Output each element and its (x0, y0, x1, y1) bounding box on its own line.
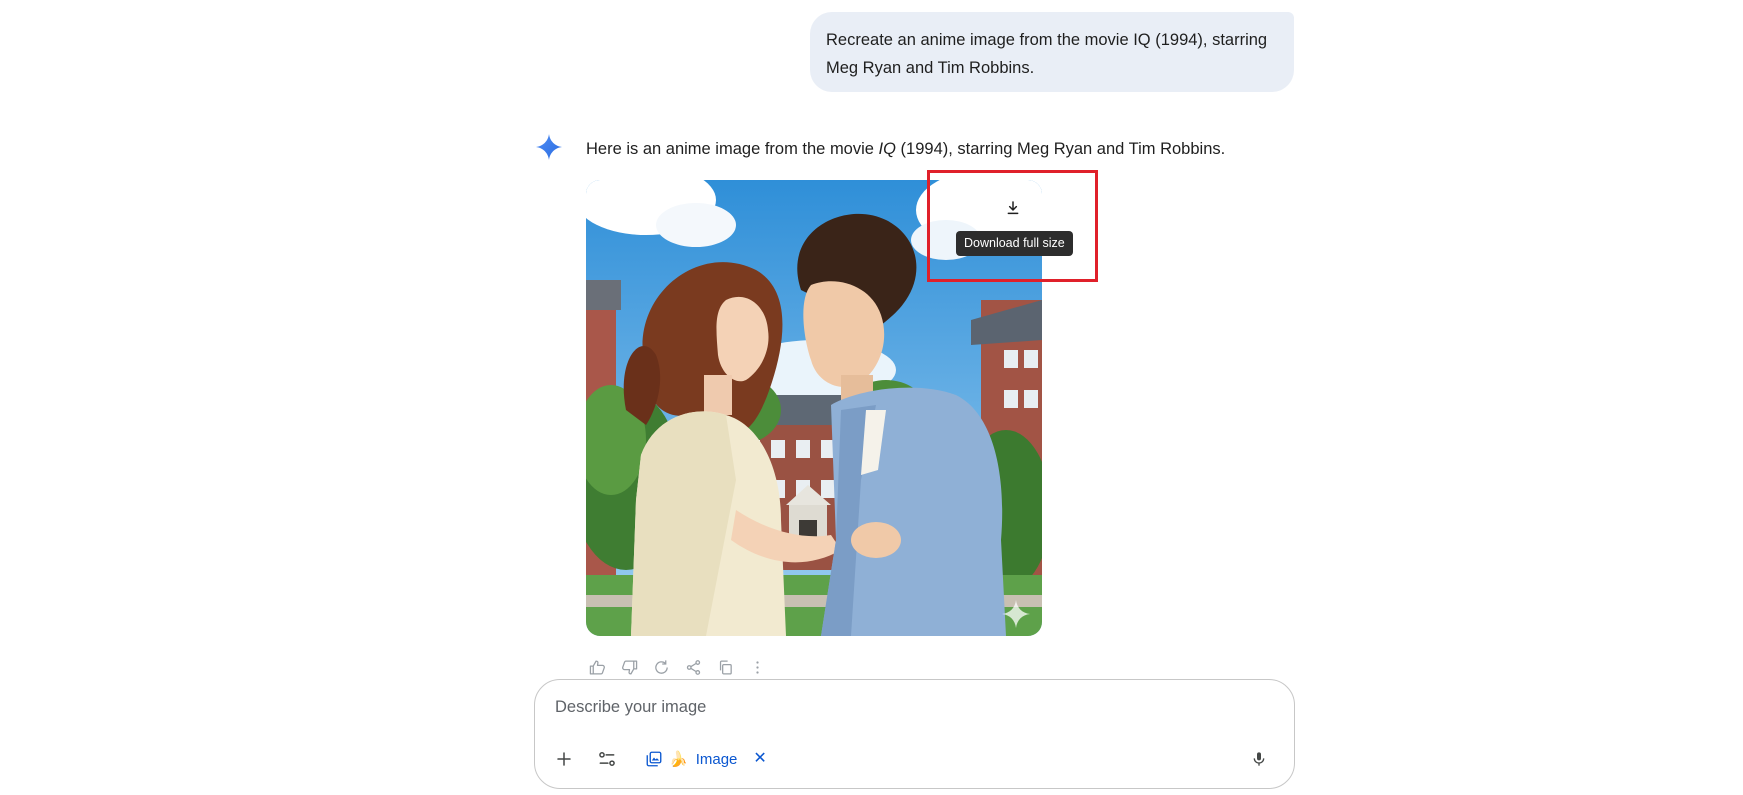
tune-icon (599, 752, 615, 766)
response-actions (586, 656, 768, 678)
user-message-line-1: Recreate an anime image from the movie I… (826, 31, 1268, 49)
highlight-annotation-box (927, 170, 1098, 282)
gemini-sparkle-icon (536, 134, 562, 160)
response-text: Here is an anime image from the movie IQ… (586, 137, 1225, 161)
tools-button[interactable] (589, 741, 625, 777)
regenerate-icon[interactable] (650, 656, 672, 678)
thumb-down-icon[interactable] (618, 656, 640, 678)
image-tool-icon (646, 751, 662, 767)
response-text-movie-title: IQ (878, 140, 896, 158)
more-vert-icon[interactable] (746, 656, 768, 678)
thumb-up-icon[interactable] (586, 656, 608, 678)
image-tool-chip[interactable]: 🍌 Image ✕ (645, 741, 767, 777)
add-button[interactable] (546, 741, 582, 777)
response-text-end: (1994), starring Meg Ryan and Tim Robbin… (895, 140, 1226, 158)
prompt-input[interactable] (555, 698, 1255, 717)
copy-icon[interactable] (714, 656, 736, 678)
response-text-start: Here is an anime image from the movie (586, 140, 879, 158)
banana-emoji: 🍌 (669, 751, 688, 768)
user-message-bubble: Recreate an anime image from the movie I… (810, 12, 1294, 92)
share-icon[interactable] (682, 656, 704, 678)
microphone-icon (1253, 752, 1265, 766)
chip-close-icon[interactable]: ✕ (753, 751, 766, 767)
plus-icon (557, 752, 571, 766)
user-message-line-2: Meg Ryan and Tim Robbins. (826, 59, 1035, 77)
microphone-button[interactable] (1241, 741, 1277, 777)
image-tool-label: Image (695, 750, 738, 768)
prompt-composer: 🍌 Image ✕ (534, 679, 1295, 789)
